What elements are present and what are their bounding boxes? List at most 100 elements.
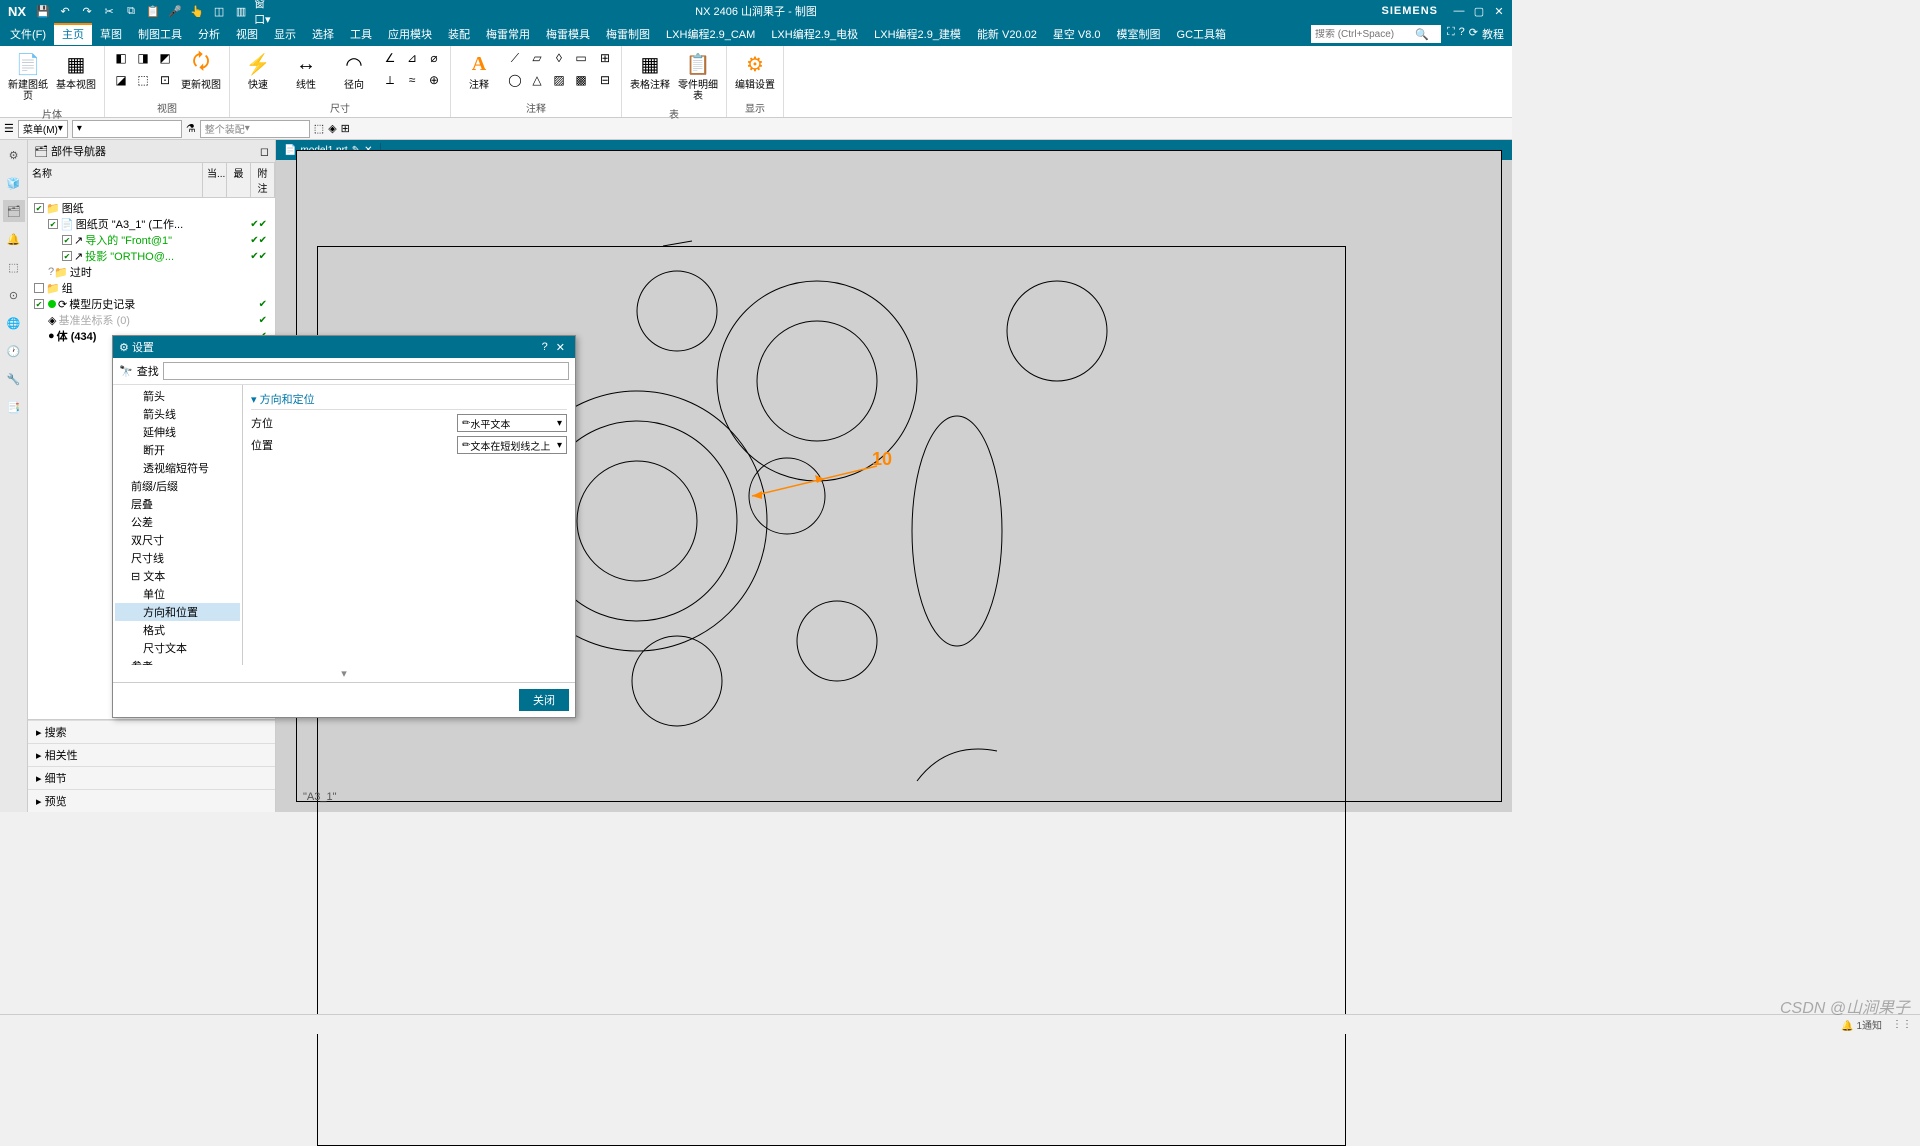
edit-settings-button[interactable]: ⚙编辑设置 — [733, 48, 777, 93]
settings-icon[interactable]: ⚙ — [3, 144, 25, 166]
col-name[interactable]: 名称 — [28, 163, 203, 197]
dialog-tree[interactable]: 箭头箭头线延伸线断开透视缩短符号前缀/后缀层叠公差双尺寸尺寸线⊟ 文本单位方向和… — [113, 385, 243, 665]
part-icon[interactable]: 🧊 — [3, 172, 25, 194]
menu-moshi[interactable]: 模室制图 — [1109, 23, 1169, 45]
menu-file[interactable]: 文件(F) — [2, 23, 54, 45]
filter-icon[interactable]: ⚗ — [186, 122, 196, 135]
menu-application[interactable]: 应用模块 — [380, 23, 440, 45]
dialog-tree-item[interactable]: 格式 — [115, 621, 240, 639]
history-icon[interactable]: ⊙ — [3, 284, 25, 306]
tree-row[interactable]: ✔📄图纸页 "A3_1" (工作...✔✔ — [30, 216, 273, 232]
dialog-tree-item[interactable]: 双尺寸 — [115, 531, 240, 549]
filter-combo-1[interactable]: ▾ — [72, 120, 182, 138]
window-icon[interactable]: ◫ — [210, 2, 228, 20]
nav-section-preview[interactable]: ▸ 预览 — [28, 789, 275, 812]
menu-analysis[interactable]: 分析 — [190, 23, 228, 45]
radial-dim-button[interactable]: ◠径向 — [332, 48, 376, 93]
dialog-tree-item[interactable]: 公差 — [115, 513, 240, 531]
table-note-button[interactable]: ▦表格注释 — [628, 48, 672, 93]
menu-tools[interactable]: 工具 — [342, 23, 380, 45]
orientation-combo[interactable]: ✏ 水平文本 ▾ — [457, 414, 567, 432]
menu-meilei2[interactable]: 梅雷模具 — [538, 23, 598, 45]
annot-icon[interactable]: ▭ — [571, 48, 591, 68]
notification-icon[interactable]: 🔔 — [3, 228, 25, 250]
sheet-icon[interactable]: 📑 — [3, 396, 25, 418]
dialog-tree-item[interactable]: 箭头 — [115, 387, 240, 405]
paste-icon[interactable]: 📋 — [144, 2, 162, 20]
dialog-tree-item[interactable]: 尺寸文本 — [115, 639, 240, 657]
assembly-filter-combo[interactable]: 整个装配 ▾ — [200, 120, 310, 138]
menu-drafting-tools[interactable]: 制图工具 — [130, 23, 190, 45]
dialog-tree-item[interactable]: 前缀/后缀 — [115, 477, 240, 495]
constraint-icon[interactable]: ⬚ — [3, 256, 25, 278]
quick-dim-button[interactable]: ⚡快速 — [236, 48, 280, 93]
nav-section-detail[interactable]: ▸ 细节 — [28, 766, 275, 789]
menu-lxh-model[interactable]: LXH编程2.9_建模 — [866, 23, 969, 45]
annot-icon[interactable]: ▱ — [527, 48, 547, 68]
linear-dim-button[interactable]: ↔线性 — [284, 48, 328, 93]
close-button[interactable]: 关闭 — [519, 689, 569, 711]
copy-icon[interactable]: ⧉ — [122, 2, 140, 20]
menu-dropdown[interactable]: 菜单(M) ▾ — [18, 120, 68, 138]
notification-badge[interactable]: 🔔 1通知 — [1841, 1017, 1882, 1032]
tree-row[interactable]: 📁组 — [30, 280, 273, 296]
view-opt-icon[interactable]: ◧ — [111, 48, 131, 68]
nav-section-search[interactable]: ▸ 搜索 — [28, 720, 275, 743]
tutorial-button[interactable]: 教程 — [1482, 26, 1504, 42]
menu-assembly[interactable]: 装配 — [440, 23, 478, 45]
tree-row[interactable]: ? 📁过时 — [30, 264, 273, 280]
touch-icon[interactable]: 👆 — [188, 2, 206, 20]
sel-tool-icon[interactable]: ⊞ — [341, 122, 350, 135]
dialog-tree-item[interactable]: 透视缩短符号 — [115, 459, 240, 477]
dialog-tree-item[interactable]: 参考 — [115, 657, 240, 665]
window-dropdown[interactable]: 窗口▾ — [254, 2, 272, 20]
dialog-help-icon[interactable]: ? — [538, 341, 552, 353]
cut-icon[interactable]: ✂ — [100, 2, 118, 20]
assembly-nav-icon[interactable]: 🗂 — [3, 200, 25, 222]
annot-icon[interactable]: ⊞ — [595, 48, 615, 68]
annot-icon[interactable]: ◊ — [549, 48, 569, 68]
nav-section-related[interactable]: ▸ 相关性 — [28, 743, 275, 766]
mic-icon[interactable]: 🎤 — [166, 2, 184, 20]
hamburger-icon[interactable]: ☰ — [4, 122, 14, 135]
view-opt-icon[interactable]: ◨ — [133, 48, 153, 68]
sel-tool-icon[interactable]: ⬚ — [314, 122, 324, 135]
menu-nengxin[interactable]: 能新 V20.02 — [969, 23, 1045, 45]
search-icon[interactable]: 🔍 — [1415, 28, 1429, 41]
menu-meilei1[interactable]: 梅雷常用 — [478, 23, 538, 45]
command-search[interactable]: 🔍 — [1311, 25, 1441, 43]
annot-icon[interactable]: ▩ — [571, 70, 591, 90]
command-search-input[interactable] — [1315, 29, 1415, 40]
position-combo[interactable]: ✏ 文本在短划线之上 ▾ — [457, 436, 567, 454]
panel-close-icon[interactable]: ◻ — [260, 145, 269, 158]
update-view-button[interactable]: 🗘更新视图 — [179, 48, 223, 93]
menu-home[interactable]: 主页 — [54, 23, 92, 45]
dimension-value[interactable]: 10 — [872, 449, 892, 470]
annot-icon[interactable]: △ — [527, 70, 547, 90]
new-sheet-button[interactable]: 📄新建图纸页 — [6, 48, 50, 104]
annot-icon[interactable]: ▨ — [549, 70, 569, 90]
menu-select[interactable]: 选择 — [304, 23, 342, 45]
dialog-tree-item[interactable]: 延伸线 — [115, 423, 240, 441]
tool-icon[interactable]: 🔧 — [3, 368, 25, 390]
view-opt-icon[interactable]: ◪ — [111, 70, 131, 90]
base-view-button[interactable]: ▦基本视图 — [54, 48, 98, 93]
minimize-icon[interactable]: — — [1450, 2, 1468, 20]
refresh-icon[interactable]: ⟳ — [1469, 26, 1478, 42]
annot-icon[interactable]: ◯ — [505, 70, 525, 90]
dialog-search-input[interactable] — [163, 362, 569, 380]
col-latest[interactable]: 最 — [227, 163, 251, 197]
dialog-tree-item[interactable]: 单位 — [115, 585, 240, 603]
view-opt-icon[interactable]: ⊡ — [155, 70, 175, 90]
note-button[interactable]: A注释 — [457, 48, 501, 93]
dialog-tree-item[interactable]: 断开 — [115, 441, 240, 459]
dialog-close-icon[interactable]: ✕ — [552, 341, 569, 354]
dim-opt-icon[interactable]: ∠ — [380, 48, 400, 68]
tree-row[interactable]: ◈基准坐标系 (0)✔ — [30, 312, 273, 328]
menu-gc[interactable]: GC工具箱 — [1169, 23, 1235, 45]
dim-opt-icon[interactable]: ⌀ — [424, 48, 444, 68]
annot-icon[interactable]: ⊟ — [595, 70, 615, 90]
dialog-title-bar[interactable]: ⚙ 设置 ? ✕ — [113, 336, 575, 358]
save-icon[interactable]: 💾 — [34, 2, 52, 20]
tree-row[interactable]: ✔📁图纸 — [30, 200, 273, 216]
